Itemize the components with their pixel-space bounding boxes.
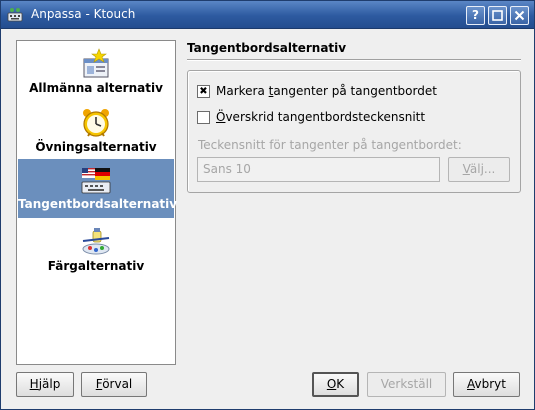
color-palette-icon: [82, 228, 110, 255]
ok-button[interactable]: OK: [312, 372, 359, 397]
general-settings-icon: [83, 48, 109, 78]
apply-button[interactable]: Verkställ: [367, 372, 446, 397]
checkbox-unchecked[interactable]: [197, 110, 210, 124]
help-title-button[interactable]: ?: [466, 6, 485, 25]
sidebar-item-label: Färgalternativ: [47, 259, 145, 273]
sidebar-item-general[interactable]: Allmänna alternativ: [18, 45, 174, 100]
cancel-button[interactable]: Avbryt: [453, 372, 520, 397]
override-font-label: Överskrid tangentbordsteckensnitt: [216, 110, 426, 124]
help-button[interactable]: Hjälp: [16, 372, 74, 397]
highlight-keys-label: Markera tangenter på tangentbordet: [216, 84, 437, 98]
category-list[interactable]: Allmänna alternativ Övningsalternativ Ta…: [16, 40, 178, 365]
sidebar-item-label: Övningsalternativ: [35, 140, 157, 154]
sidebar-item-training[interactable]: Övningsalternativ: [18, 104, 174, 159]
choose-font-button[interactable]: Välj...: [448, 157, 510, 182]
title-bar[interactable]: Anpassa - Ktouch ?: [1, 1, 534, 29]
alarm-clock-icon: [83, 109, 109, 137]
settings-dialog: Anpassa - Ktouch ? Allmänna alternativ Ö…: [0, 0, 535, 410]
close-button[interactable]: [510, 6, 529, 25]
font-label: Teckensnitt för tangenter på tangentbord…: [198, 138, 462, 152]
defaults-button[interactable]: Förval: [81, 372, 147, 397]
font-field: Sans 10: [197, 157, 440, 182]
maximize-icon: [492, 10, 503, 21]
checkbox-checked[interactable]: ✖: [197, 84, 210, 98]
help-icon: ?: [472, 8, 479, 22]
divider: [187, 59, 521, 61]
sidebar-item-colors[interactable]: Färgalternativ: [18, 223, 174, 278]
highlight-keys-checkbox[interactable]: ✖ Markera tangenter på tangentbordet: [197, 84, 437, 98]
sidebar-item-keyboard[interactable]: Tangentbordsalternativ: [18, 159, 178, 218]
keyboard-flags-icon: [81, 168, 111, 194]
maximize-button[interactable]: [488, 6, 507, 25]
override-font-checkbox[interactable]: Överskrid tangentbordsteckensnitt: [197, 110, 425, 124]
page-title: Tangentbordsalternativ: [187, 41, 347, 55]
ktouch-keyboard-icon: [7, 8, 23, 22]
close-icon: [514, 10, 525, 21]
window-title: Anpassa - Ktouch: [31, 7, 136, 21]
sidebar-item-label: Allmänna alternativ: [29, 81, 163, 95]
sidebar-item-label: Tangentbordsalternativ: [18, 197, 178, 211]
